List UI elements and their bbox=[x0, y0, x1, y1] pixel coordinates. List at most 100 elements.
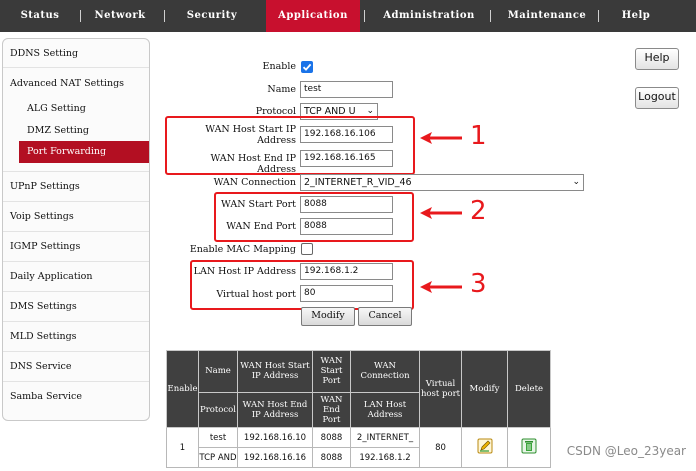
tab-maintenance[interactable]: Maintenance bbox=[500, 0, 594, 32]
lan-host-label: LAN Host IP Address bbox=[193, 266, 296, 277]
sidebar-item-mld[interactable]: MLD Settings bbox=[10, 331, 77, 342]
col-lan-ip: LAN Host Address bbox=[350, 391, 420, 429]
col-wan-start-ip: WAN Host Start IP Address bbox=[237, 350, 313, 393]
sidebar-item-ddns[interactable]: DDNS Setting bbox=[10, 48, 78, 59]
virtual-port-label: Virtual host port bbox=[216, 289, 296, 300]
name-input[interactable]: test bbox=[300, 81, 393, 98]
col-virtual-port: Virtual host port bbox=[419, 350, 462, 428]
sidebar-item-daily-application[interactable]: Daily Application bbox=[10, 271, 93, 282]
sidebar-divider bbox=[3, 321, 149, 322]
trash-icon[interactable] bbox=[521, 438, 537, 454]
cell-wan-start-ip: 192.168.16.10 bbox=[237, 427, 313, 448]
wan-host-start-label-line1: WAN Host Start IP bbox=[205, 124, 296, 135]
cell-wan-end-port: 8088 bbox=[312, 447, 351, 468]
sidebar-item-samba[interactable]: Samba Service bbox=[10, 391, 82, 402]
logout-button[interactable]: Logout bbox=[635, 87, 679, 109]
sidebar-item-dms[interactable]: DMS Settings bbox=[10, 301, 77, 312]
col-delete: Delete bbox=[507, 350, 551, 428]
col-protocol: Protocol bbox=[198, 391, 238, 429]
tab-network[interactable]: Network bbox=[82, 0, 158, 32]
sidebar-divider bbox=[3, 381, 149, 382]
sidebar-item-upnp[interactable]: UPnP Settings bbox=[10, 181, 80, 192]
port-forwarding-table: Enable Name WAN Host Start IP Address WA… bbox=[166, 350, 551, 468]
chevron-down-icon: ⌄ bbox=[572, 177, 580, 187]
nav-separator bbox=[80, 10, 81, 22]
cell-name: test bbox=[198, 427, 238, 448]
cancel-button[interactable]: Cancel bbox=[358, 307, 412, 326]
lan-host-input[interactable]: 192.168.1.2 bbox=[300, 263, 393, 280]
sidebar-item-dns[interactable]: DNS Service bbox=[10, 361, 71, 372]
sidebar-item-label: Port Forwarding bbox=[27, 146, 107, 157]
wan-host-end-input[interactable]: 192.168.16.165 bbox=[300, 150, 393, 167]
cell-modify bbox=[461, 427, 508, 468]
sidebar-divider bbox=[3, 351, 149, 352]
wan-connection-select[interactable]: 2_INTERNET_R_VID_46 ⌄ bbox=[300, 174, 584, 191]
col-enable: Enable bbox=[166, 350, 199, 428]
sidebar: DDNS Setting Advanced NAT Settings ALG S… bbox=[2, 38, 150, 421]
nav-separator bbox=[364, 10, 365, 22]
nav-separator bbox=[164, 10, 165, 22]
cell-wan-connection: 2_INTERNET_ bbox=[350, 427, 420, 448]
enable-mac-label: Enable MAC Mapping bbox=[189, 244, 296, 255]
annotation-number-3: 3 bbox=[470, 269, 487, 299]
cell-delete bbox=[507, 427, 551, 468]
wan-host-start-label: WAN Host Start IP Address bbox=[170, 124, 296, 146]
top-nav: Status Network Security Application Admi… bbox=[0, 0, 696, 32]
wan-end-port-label: WAN End Port bbox=[226, 221, 296, 232]
wan-connection-value: 2_INTERNET_R_VID_46 bbox=[304, 177, 412, 188]
help-button[interactable]: Help bbox=[635, 48, 679, 70]
enable-checkbox[interactable] bbox=[301, 61, 313, 73]
tab-administration[interactable]: Administration bbox=[372, 0, 486, 32]
cell-enable: 1 bbox=[166, 427, 199, 468]
modify-button[interactable]: Modify bbox=[301, 307, 355, 326]
sidebar-divider bbox=[3, 261, 149, 262]
sidebar-item-advanced-nat[interactable]: Advanced NAT Settings bbox=[10, 78, 124, 89]
sidebar-divider bbox=[3, 291, 149, 292]
sidebar-item-dmz[interactable]: DMZ Setting bbox=[27, 125, 89, 136]
tab-application[interactable]: Application bbox=[266, 0, 360, 32]
sidebar-divider bbox=[3, 67, 149, 68]
col-modify: Modify bbox=[461, 350, 508, 428]
cell-protocol: TCP AND bbox=[198, 447, 238, 468]
arrow-left-icon bbox=[420, 132, 462, 144]
nav-separator bbox=[490, 10, 491, 22]
annotation-number-2: 2 bbox=[470, 196, 487, 226]
watermark: CSDN @Leo_23year bbox=[566, 444, 686, 458]
wan-host-end-label: WAN Host End IP Address bbox=[210, 153, 297, 175]
col-wan-end-port: WAN End Port bbox=[312, 391, 351, 429]
sidebar-divider bbox=[3, 201, 149, 202]
arrow-left-icon bbox=[420, 281, 462, 293]
edit-icon[interactable] bbox=[477, 438, 493, 454]
sidebar-item-port-forwarding[interactable]: Port Forwarding bbox=[19, 141, 149, 163]
name-label: Name bbox=[267, 84, 296, 95]
col-name: Name bbox=[198, 350, 238, 393]
arrow-left-icon bbox=[420, 207, 462, 219]
cell-virtual-port: 80 bbox=[419, 427, 462, 468]
cell-lan-ip: 192.168.1.2 bbox=[350, 447, 420, 468]
enable-mac-checkbox[interactable] bbox=[301, 243, 313, 255]
sidebar-item-igmp[interactable]: IGMP Settings bbox=[10, 241, 80, 252]
tab-help[interactable]: Help bbox=[608, 0, 664, 32]
virtual-port-input[interactable]: 80 bbox=[300, 285, 393, 302]
wan-host-start-label-line2: Address bbox=[257, 135, 296, 146]
tab-security[interactable]: Security bbox=[170, 0, 254, 32]
sidebar-item-voip[interactable]: Voip Settings bbox=[10, 211, 74, 222]
wan-end-port-input[interactable]: 8088 bbox=[300, 218, 393, 235]
wan-start-port-input[interactable]: 8088 bbox=[300, 196, 393, 213]
enable-label: Enable bbox=[262, 61, 296, 72]
sidebar-divider bbox=[3, 171, 149, 172]
tab-status[interactable]: Status bbox=[4, 0, 76, 32]
sidebar-item-alg[interactable]: ALG Setting bbox=[27, 103, 86, 114]
annotation-number-1: 1 bbox=[470, 121, 487, 151]
check-icon bbox=[302, 63, 312, 71]
col-wan-connection: WAN Connection bbox=[350, 350, 420, 393]
wan-connection-label: WAN Connection bbox=[213, 177, 296, 188]
wan-start-port-label: WAN Start Port bbox=[221, 199, 296, 210]
wan-host-start-input[interactable]: 192.168.16.106 bbox=[300, 126, 393, 143]
cell-wan-end-ip: 192.168.16.16 bbox=[237, 447, 313, 468]
cell-wan-start-port: 8088 bbox=[312, 427, 351, 448]
nav-separator bbox=[598, 10, 599, 22]
col-wan-start-port: WAN Start Port bbox=[312, 350, 351, 393]
col-wan-end-ip: WAN Host End IP Address bbox=[237, 391, 313, 429]
sidebar-divider bbox=[3, 231, 149, 232]
